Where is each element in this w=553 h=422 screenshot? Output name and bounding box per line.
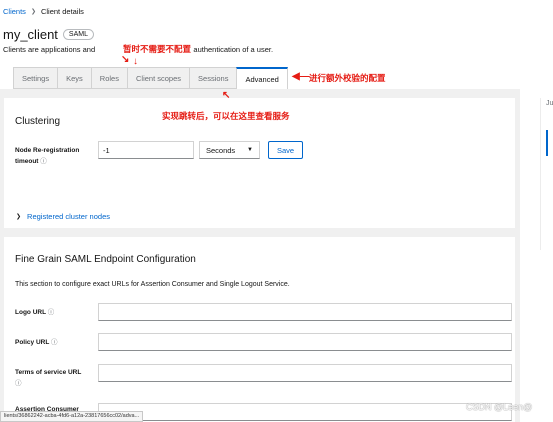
fine-grain-title: Fine Grain SAML Endpoint Configuration (15, 254, 196, 265)
chevron-right-icon: ❯ (16, 214, 22, 220)
annotation-top-note: 暂时不需要不配置 (121, 43, 194, 55)
jump-links-panel (540, 98, 553, 250)
terms-url-input[interactable] (98, 364, 512, 382)
logo-url-label: Logo URL ⓘ (15, 307, 54, 318)
caret-down-icon: ▼ (247, 147, 253, 153)
chevron-right-icon: ❯ (30, 9, 36, 15)
tab-roles[interactable]: Roles (90, 67, 127, 89)
watermark: CSDN @Leen@ (466, 402, 533, 412)
node-reregistration-label: Node Re-registration timeout ⓘ (15, 145, 79, 167)
tab-settings[interactable]: Settings (13, 67, 58, 89)
annotation-body-note: 实现跳转后，可以在这里查看服务 (162, 111, 290, 121)
node-label-line2: timeout (15, 158, 39, 165)
tab-bar: Settings Keys Roles Client scopes Sessio… (13, 67, 288, 89)
node-label-line1: Node Re-registration (15, 147, 80, 154)
status-bar-url: lients/36862242-acba-4fd6-a12a-23817656c… (0, 411, 144, 422)
policy-url-label: Policy URL ⓘ (15, 337, 58, 348)
assertion-consumer-input[interactable] (98, 403, 512, 421)
annotation-tab-note: 进行额外校验的配置 (309, 73, 386, 83)
breadcrumb: Clients ❯ Client details (3, 7, 84, 16)
terms-url-label-text: Terms of service URL (15, 369, 82, 376)
breadcrumb-current: Client details (40, 7, 84, 16)
help-circle-icon[interactable]: ⓘ (48, 309, 55, 316)
protocol-badge: SAML (62, 29, 94, 40)
help-circle-icon[interactable]: ⓘ (51, 339, 58, 346)
clustering-title: Clustering (15, 116, 61, 127)
timeout-unit-value: Seconds (206, 145, 236, 155)
save-button[interactable]: Save (268, 141, 304, 159)
tab-client-scopes[interactable]: Client scopes (126, 67, 190, 89)
policy-url-input[interactable] (98, 333, 512, 351)
jump-links-heading: Ju (546, 100, 553, 107)
red-arrow-icon: ◀— (292, 71, 310, 82)
terms-url-label: Terms of service URL ⓘ (15, 367, 81, 389)
subtitle-text-start: Clients are applications and (3, 45, 98, 54)
tab-keys[interactable]: Keys (57, 67, 91, 89)
red-arrow-icon: ↖ (222, 90, 231, 101)
tab-sessions[interactable]: Sessions (189, 67, 237, 89)
tab-advanced[interactable]: Advanced (236, 67, 288, 89)
breadcrumb-clients-link[interactable]: Clients (3, 7, 26, 16)
logo-url-input[interactable] (98, 303, 512, 321)
help-circle-icon[interactable]: ⓘ (15, 380, 22, 387)
page-header: my_client SAML (3, 27, 94, 42)
registered-cluster-nodes-toggle[interactable]: ❯ Registered cluster nodes (16, 212, 110, 221)
page-title: my_client (3, 27, 58, 42)
logo-url-label-text: Logo URL (15, 309, 46, 316)
subtitle-text-end: t authentication of a user. (189, 45, 274, 54)
fine-grain-description: This section to configure exact URLs for… (15, 281, 290, 288)
registered-cluster-nodes-label: Registered cluster nodes (27, 212, 110, 221)
red-arrow-icon: ↘ (121, 54, 130, 65)
jump-link-active-indicator[interactable] (546, 130, 548, 156)
red-arrow-icon: ↓ (133, 56, 138, 67)
help-circle-icon[interactable]: ⓘ (40, 158, 47, 165)
policy-url-label-text: Policy URL (15, 339, 50, 346)
timeout-unit-select[interactable]: Seconds ▼ (199, 141, 260, 159)
node-timeout-input[interactable]: -1 (98, 141, 194, 159)
